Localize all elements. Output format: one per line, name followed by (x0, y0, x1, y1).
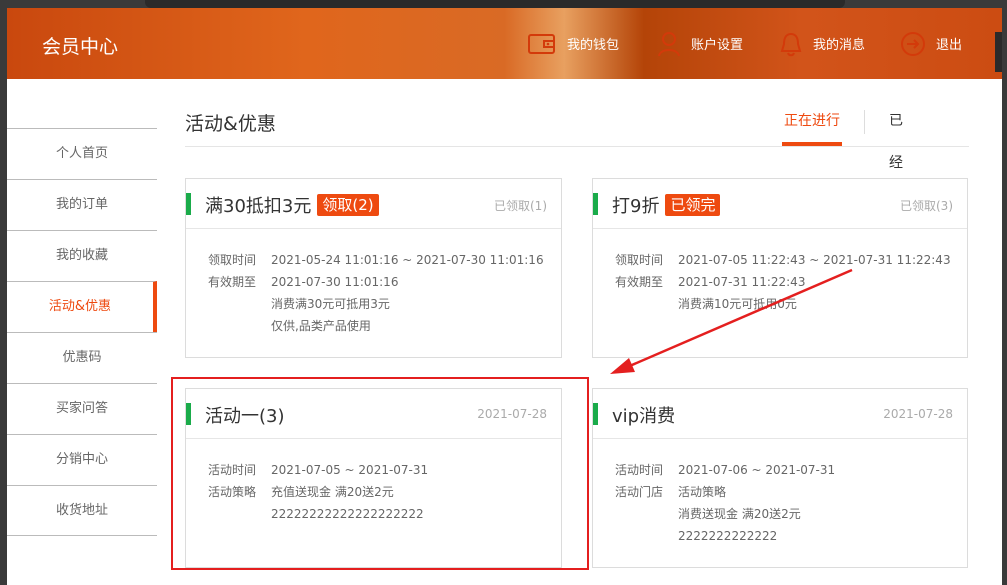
annotation-arrow-icon (610, 268, 853, 374)
browser-top-strip (145, 0, 845, 8)
member-center-window: 会员中心 我的钱包 账户设置 我的消息 退出 个人首页 我的订单 我的收藏 活动… (7, 8, 1002, 585)
